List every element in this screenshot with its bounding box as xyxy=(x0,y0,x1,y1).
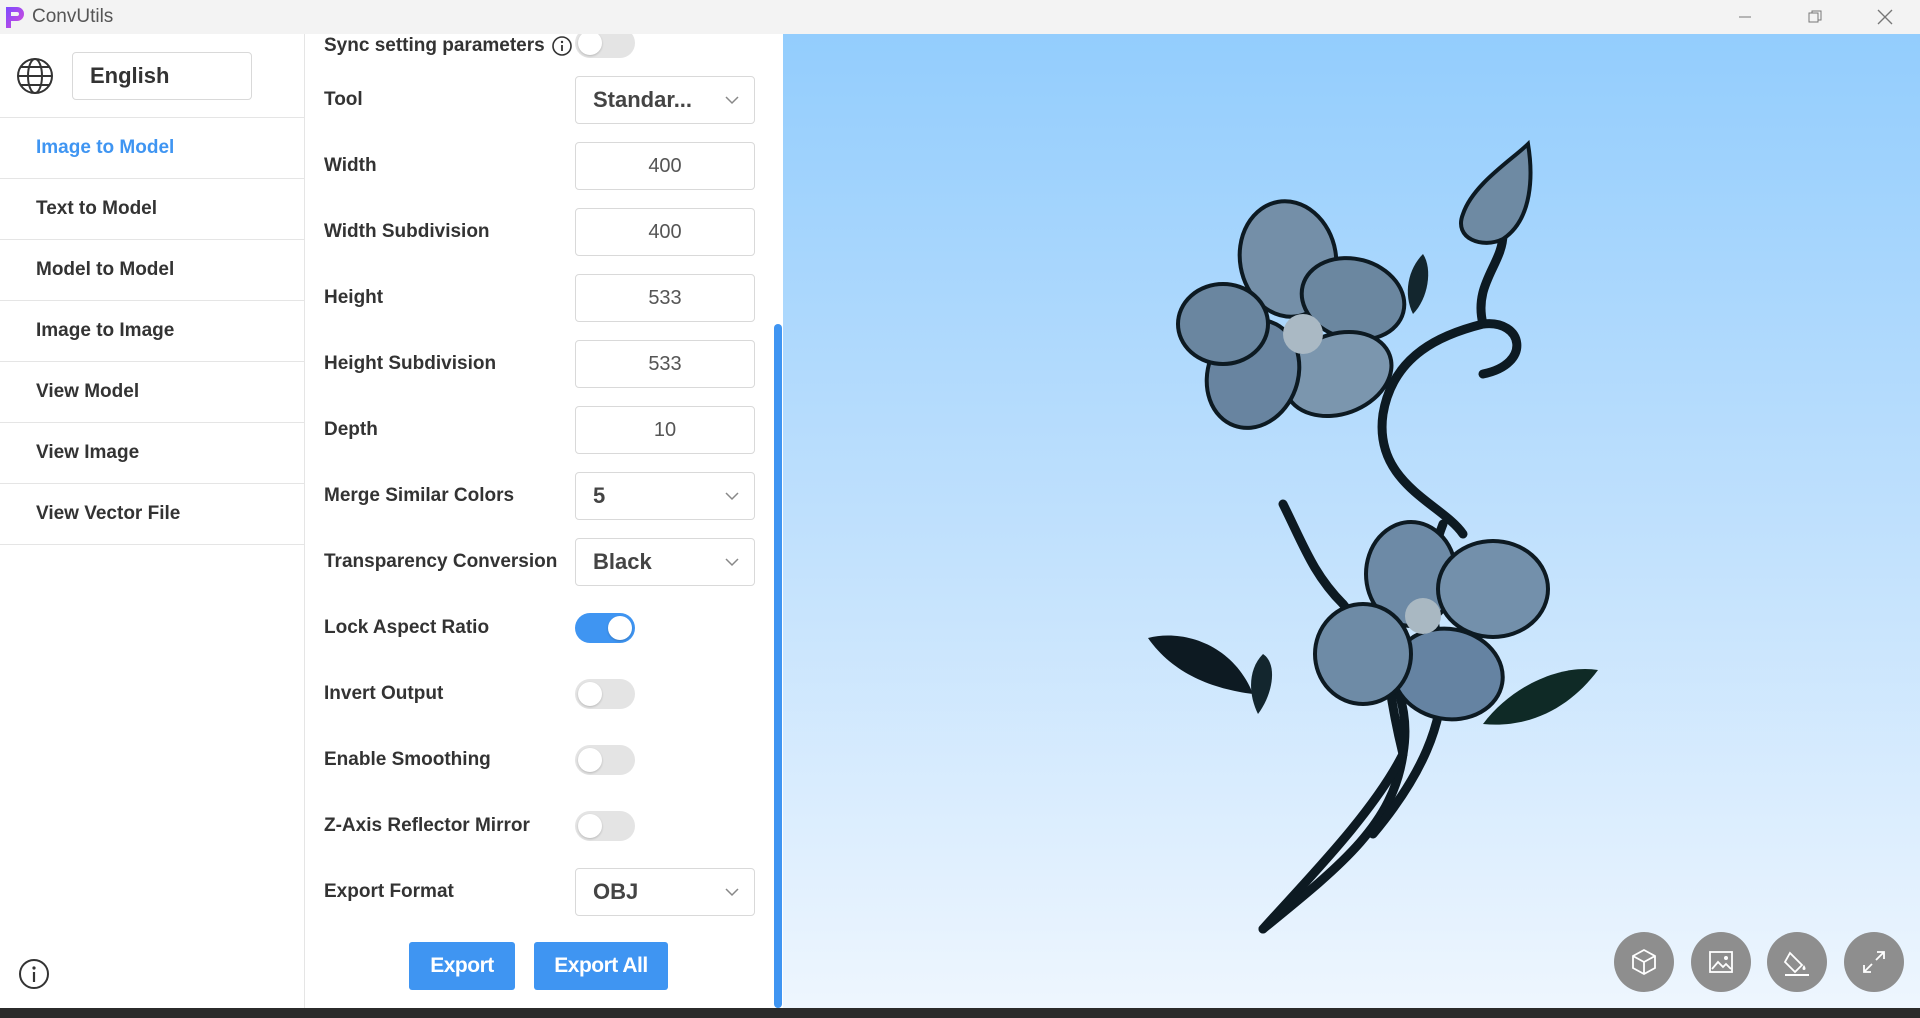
merge-similar-colors-value: 5 xyxy=(593,483,606,508)
width-label: Width xyxy=(324,155,377,176)
minimize-button[interactable] xyxy=(1710,0,1780,34)
sidebar-item-view-image[interactable]: View Image xyxy=(0,423,304,484)
chevron-down-icon xyxy=(725,96,739,105)
chevron-down-icon xyxy=(725,888,739,897)
height-subdivision-row: Height Subdivision 533 xyxy=(324,340,764,388)
enable-smoothing-label: Enable Smoothing xyxy=(324,749,491,770)
invert-output-row: Invert Output xyxy=(324,670,764,718)
model-preview[interactable] xyxy=(783,34,1920,1008)
paint-bucket-icon xyxy=(1783,951,1809,976)
lock-aspect-ratio-label: Lock Aspect Ratio xyxy=(324,617,490,638)
height-label: Height xyxy=(324,287,384,308)
depth-row: Depth 10 xyxy=(324,406,764,454)
app-logo-icon xyxy=(6,7,24,28)
settings-panel: Sync setting parameters Tool Standar... … xyxy=(305,34,783,1008)
tool-row: Tool Standar... xyxy=(324,76,764,124)
toggle-knob xyxy=(608,616,632,640)
sync-setting-toggle[interactable] xyxy=(575,34,635,58)
invert-output-toggle[interactable] xyxy=(575,679,635,709)
background-color-button[interactable] xyxy=(1767,932,1827,992)
taskbar-strip xyxy=(0,1008,1920,1018)
close-button[interactable] xyxy=(1850,0,1920,34)
app-title: ConvUtils xyxy=(32,6,114,27)
tool-value: Standar... xyxy=(593,87,693,112)
sync-setting-row: Sync setting parameters xyxy=(324,34,764,70)
height-subdivision-input[interactable]: 533 xyxy=(575,340,755,388)
globe-icon[interactable] xyxy=(15,56,55,96)
lock-aspect-ratio-row: Lock Aspect Ratio xyxy=(324,604,764,652)
depth-label: Depth xyxy=(324,419,378,440)
minimize-icon xyxy=(1739,16,1751,18)
export-format-row: Export Format OBJ xyxy=(324,868,764,916)
export-format-select[interactable]: OBJ xyxy=(575,868,755,916)
close-icon xyxy=(1877,9,1893,25)
height-input[interactable]: 533 xyxy=(575,274,755,322)
sidebar-item-view-model[interactable]: View Model xyxy=(0,362,304,423)
sidebar-item-image-to-image[interactable]: Image to Image xyxy=(0,301,304,362)
chevron-down-icon xyxy=(725,492,739,501)
transparency-conversion-row: Transparency Conversion Black xyxy=(324,538,764,586)
fullscreen-button[interactable] xyxy=(1844,932,1904,992)
merge-similar-colors-label: Merge Similar Colors xyxy=(324,485,515,506)
language-select[interactable]: English xyxy=(72,51,252,100)
tool-select[interactable]: Standar... xyxy=(575,76,755,124)
transparency-conversion-value: Black xyxy=(593,549,652,574)
height-row: Height 533 xyxy=(324,274,764,322)
lock-aspect-ratio-toggle[interactable] xyxy=(575,613,635,643)
toggle-knob xyxy=(578,682,602,706)
fullscreen-icon xyxy=(1863,951,1885,973)
tool-label: Tool xyxy=(324,89,363,110)
export-all-button[interactable]: Export All xyxy=(534,942,668,990)
enable-smoothing-row: Enable Smoothing xyxy=(324,736,764,784)
sidebar-item-model-to-model[interactable]: Model to Model xyxy=(0,240,304,301)
model-view-button[interactable] xyxy=(1614,932,1674,992)
z-axis-mirror-toggle[interactable] xyxy=(575,811,635,841)
chevron-down-icon xyxy=(725,558,739,567)
z-axis-mirror-label: Z-Axis Reflector Mirror xyxy=(324,815,530,836)
height-subdivision-label: Height Subdivision xyxy=(324,353,497,374)
width-subdivision-row: Width Subdivision 400 xyxy=(324,208,764,256)
toggle-knob xyxy=(578,748,602,772)
help-icon[interactable] xyxy=(551,35,573,57)
sidebar-item-text-to-model[interactable]: Text to Model xyxy=(0,179,304,240)
width-subdivision-label: Width Subdivision xyxy=(324,221,490,242)
merge-similar-colors-select[interactable]: 5 xyxy=(575,472,755,520)
width-input[interactable]: 400 xyxy=(575,142,755,190)
export-format-value: OBJ xyxy=(593,879,639,904)
export-format-label: Export Format xyxy=(324,881,454,902)
z-axis-mirror-row: Z-Axis Reflector Mirror xyxy=(324,802,764,850)
panel-scrollbar[interactable] xyxy=(774,324,782,1008)
model-icon xyxy=(1632,948,1656,976)
sync-setting-label: Sync setting parameters xyxy=(324,35,545,56)
sidebar-item-image-to-model[interactable]: Image to Model xyxy=(0,118,304,179)
restore-button[interactable] xyxy=(1780,0,1850,34)
transparency-conversion-label: Transparency Conversion xyxy=(324,551,558,572)
flower-model-image xyxy=(1148,139,1598,934)
enable-smoothing-toggle[interactable] xyxy=(575,745,635,775)
depth-input[interactable]: 10 xyxy=(575,406,755,454)
merge-similar-colors-row: Merge Similar Colors 5 xyxy=(324,472,764,520)
transparency-conversion-select[interactable]: Black xyxy=(575,538,755,586)
toggle-knob xyxy=(578,814,602,838)
language-row: English xyxy=(0,34,304,118)
title-bar: ConvUtils xyxy=(0,0,1920,34)
sidebar: English Image to Model Text to Model Mod… xyxy=(0,34,305,1008)
image-icon xyxy=(1709,951,1733,973)
export-button[interactable]: Export xyxy=(409,942,515,990)
info-icon[interactable] xyxy=(18,958,50,990)
width-row: Width 400 xyxy=(324,142,764,190)
restore-icon xyxy=(1808,10,1822,23)
toggle-knob xyxy=(578,34,602,55)
width-subdivision-input[interactable]: 400 xyxy=(575,208,755,256)
image-view-button[interactable] xyxy=(1691,932,1751,992)
sidebar-item-view-vector-file[interactable]: View Vector File xyxy=(0,484,304,545)
invert-output-label: Invert Output xyxy=(324,683,444,704)
